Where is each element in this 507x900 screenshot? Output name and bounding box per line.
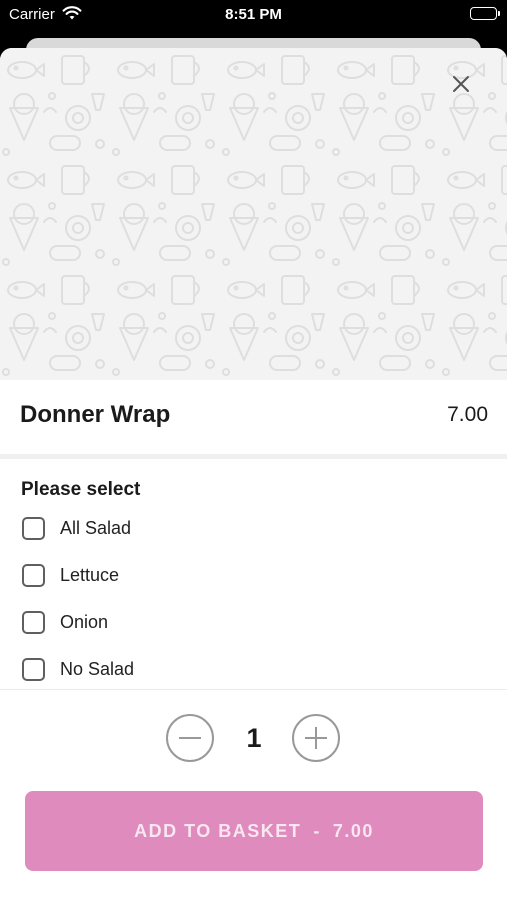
add-button-price: 7.00 bbox=[332, 820, 374, 841]
option-checkbox[interactable] bbox=[22, 563, 45, 587]
minus-icon bbox=[179, 737, 201, 739]
item-title-row: Donner Wrap 7.00 bbox=[0, 380, 507, 454]
add-button-separator: - bbox=[313, 820, 321, 841]
food-pattern-image bbox=[0, 48, 507, 380]
increase-quantity-button[interactable] bbox=[292, 714, 340, 762]
option-checkbox[interactable] bbox=[22, 610, 45, 634]
quantity-value: 1 bbox=[246, 723, 262, 753]
item-sheet: Donner Wrap 7.00 Please select All Salad… bbox=[0, 48, 507, 900]
status-bar: Carrier 8:51 PM bbox=[0, 0, 507, 30]
close-button[interactable] bbox=[445, 68, 477, 100]
item-name: Donner Wrap bbox=[20, 401, 171, 428]
options-section: Please select All Salad Lettuce Onion No… bbox=[0, 459, 507, 689]
option-label: Onion bbox=[60, 611, 109, 632]
status-time: 8:51 PM bbox=[225, 6, 282, 23]
option-no-salad[interactable]: No Salad bbox=[22, 654, 322, 684]
option-label: No Salad bbox=[60, 658, 135, 679]
options-heading: Please select bbox=[21, 479, 141, 500]
option-label: Lettuce bbox=[60, 564, 120, 585]
item-price: 7.00 bbox=[447, 403, 488, 426]
option-checkbox[interactable] bbox=[22, 516, 45, 540]
option-label: All Salad bbox=[60, 517, 132, 538]
add-to-basket-button[interactable]: ADD TO BASKET - 7.00 bbox=[25, 791, 483, 871]
decrease-quantity-button[interactable] bbox=[166, 714, 214, 762]
option-checkbox[interactable] bbox=[22, 657, 45, 681]
option-lettuce[interactable]: Lettuce bbox=[22, 560, 322, 590]
option-onion[interactable]: Onion bbox=[22, 607, 322, 637]
battery-icon bbox=[470, 7, 500, 20]
add-button-label: ADD TO BASKET bbox=[134, 820, 302, 841]
close-icon bbox=[453, 76, 469, 92]
option-all-salad[interactable]: All Salad bbox=[22, 513, 322, 543]
basket-bar: 1 ADD TO BASKET - 7.00 bbox=[0, 689, 507, 900]
